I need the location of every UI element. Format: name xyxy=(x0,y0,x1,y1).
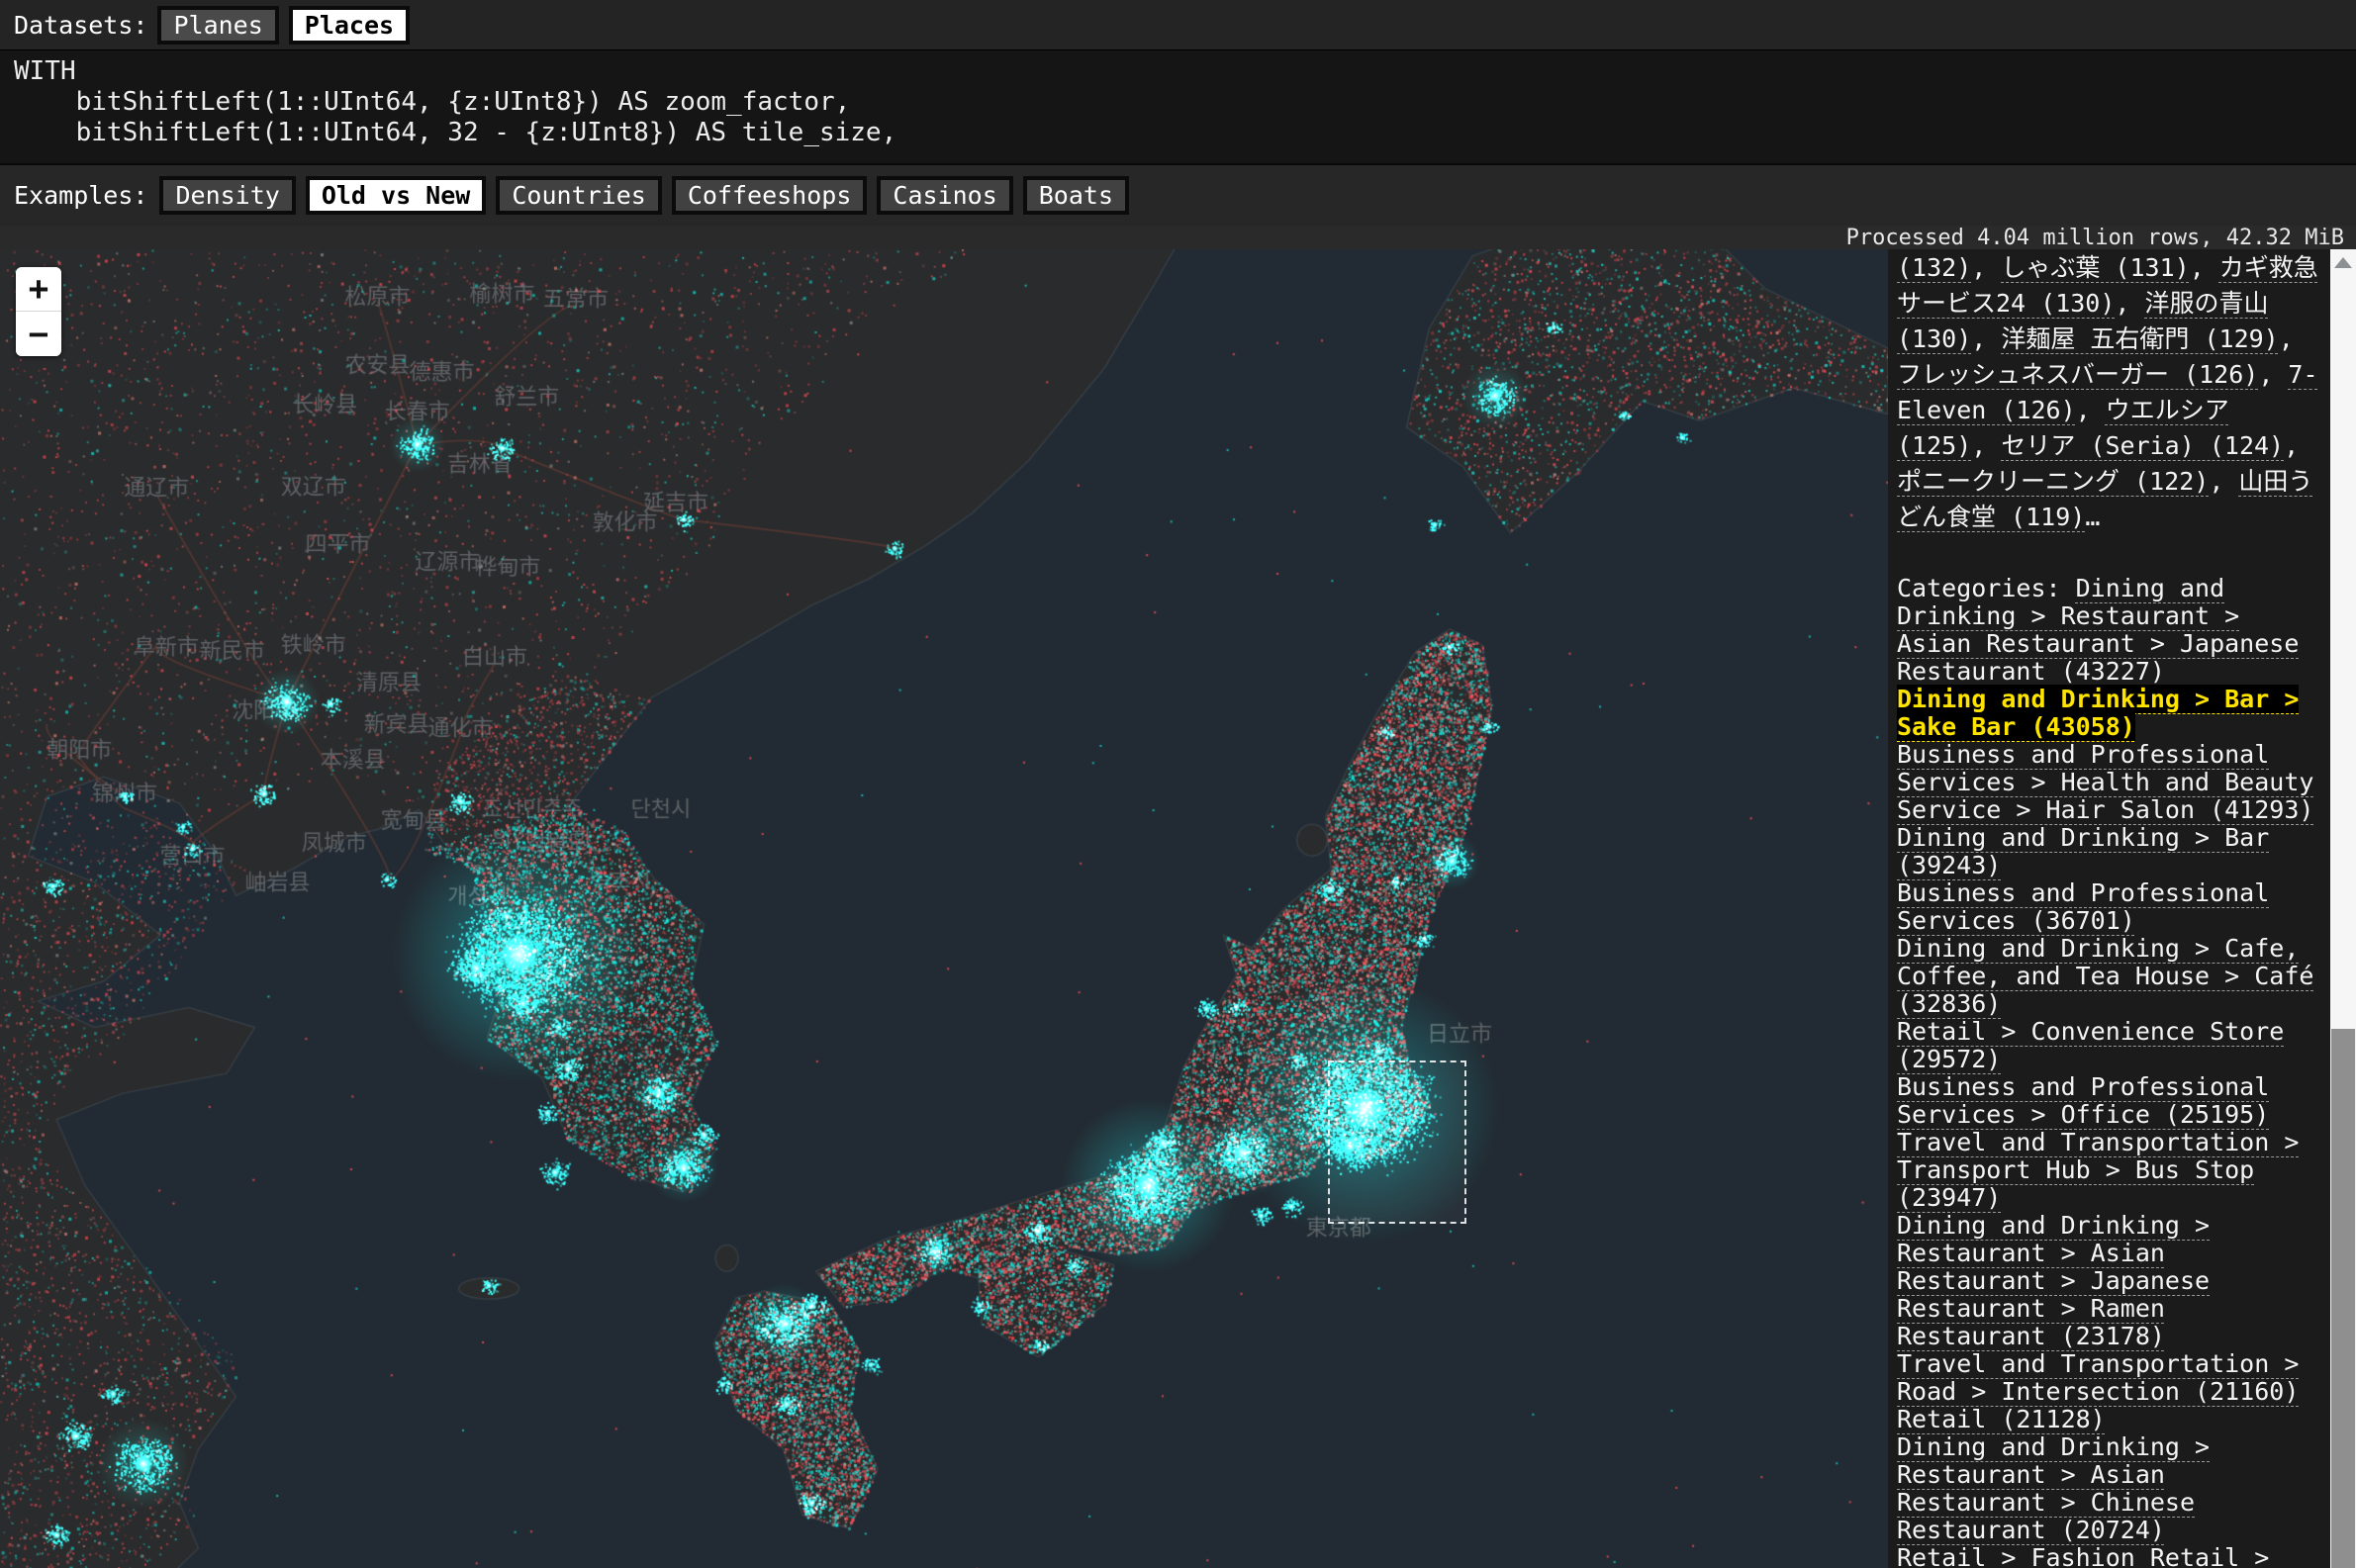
processed-rows-status: Processed 4.04 million rows, 42.32 MiB xyxy=(1846,226,2344,250)
sql-query-editor[interactable]: WITH bitShiftLeft(1::UInt64, {z:UInt8}) … xyxy=(0,49,2356,163)
brand-link[interactable]: フレッシュネスバーガー (126) xyxy=(1897,360,2258,389)
datasets-bar: Datasets: Planes Places xyxy=(0,0,2356,49)
category-link[interactable]: Business and Professional Services > Off… xyxy=(1897,1072,2269,1129)
scrollbar-up-arrow[interactable] xyxy=(2334,257,2352,268)
dataset-button-places[interactable]: Places xyxy=(289,6,410,45)
category-link[interactable]: Dining and Drinking > Cafe, Coffee, and … xyxy=(1897,934,2313,1018)
examples-label: Examples: xyxy=(14,181,147,210)
content-area: + − (132), しゃぶ葉 (131), カギ救急サービス24 (130),… xyxy=(0,249,2356,1568)
example-button-boats[interactable]: Boats xyxy=(1023,176,1129,215)
category-link[interactable]: Dining and Drinking > Restaurant > Asian… xyxy=(1897,1432,2210,1544)
example-button-casinos[interactable]: Casinos xyxy=(877,176,1012,215)
example-button-density[interactable]: Density xyxy=(159,176,295,215)
sidebar-scrollbar[interactable] xyxy=(2330,249,2356,1568)
brands-list: (132), しゃぶ葉 (131), カギ救急サービス24 (130), 洋服の… xyxy=(1897,250,2321,535)
map-zoom-control: + − xyxy=(16,267,61,356)
categories-label: Categories: xyxy=(1897,574,2076,602)
category-link[interactable]: Travel and Transportation > Transport Hu… xyxy=(1897,1128,2299,1212)
category-link-selected[interactable]: Dining and Drinking > Bar > Sake Bar (43… xyxy=(1897,685,2299,741)
datasets-label: Datasets: xyxy=(14,11,147,40)
category-link[interactable]: Retail (21128) xyxy=(1897,1405,2106,1433)
zoom-out-button[interactable]: − xyxy=(16,312,61,356)
datasets-button-group: Planes Places xyxy=(157,6,420,45)
examples-bar: Examples: Density Old vs NewCountries Coff… xyxy=(0,163,2356,226)
map-selection-rectangle xyxy=(1328,1061,1466,1224)
category-link[interactable]: Dining and Drinking > Bar (39243) xyxy=(1897,823,2269,879)
zoom-in-button[interactable]: + xyxy=(16,267,61,312)
map-canvas[interactable] xyxy=(0,249,1888,1568)
category-link[interactable]: Retail > Convenience Store (29572) xyxy=(1897,1017,2284,1073)
query-status-bar: Processed 4.04 million rows, 42.32 MiB xyxy=(0,226,2356,249)
category-link[interactable]: Dining and Drinking > Restaurant > Asian… xyxy=(1897,1211,2210,1350)
brand-link[interactable]: しゃぶ葉 (131) xyxy=(2001,253,2189,282)
map-viewport[interactable]: + − xyxy=(0,249,1888,1568)
category-link[interactable]: Business and Professional Services (3670… xyxy=(1897,878,2269,935)
brand-link[interactable]: (132) xyxy=(1897,253,1971,282)
brand-link[interactable]: セリア (Seria) (124) xyxy=(2001,431,2284,460)
brand-link[interactable]: 洋麺屋 五右衛門 (129) xyxy=(2001,324,2278,353)
examples-button-group: Density Old vs NewCountries CoffeeshopsCas… xyxy=(159,176,1139,215)
results-sidebar: (132), しゃぶ葉 (131), カギ救急サービス24 (130), 洋服の… xyxy=(1888,249,2330,1568)
category-link[interactable]: Business and Professional Services > Hea… xyxy=(1897,740,2313,824)
example-button-countries[interactable]: Countries xyxy=(496,176,661,215)
example-button-coffeeshops[interactable]: Coffeeshops xyxy=(672,176,868,215)
categories-list: Categories: Dining and Drinking > Restau… xyxy=(1897,575,2321,1568)
scrollbar-thumb[interactable] xyxy=(2331,1029,2355,1568)
brand-link[interactable]: ポニークリーニング (122) xyxy=(1897,467,2209,496)
category-link[interactable]: Retail > Fashion Retail > Clothing Store… xyxy=(1897,1543,2269,1568)
category-link[interactable]: Travel and Transportation > Road > Inter… xyxy=(1897,1349,2299,1406)
example-button-old-vs-new[interactable]: Old vs New xyxy=(306,176,487,215)
sql-query-text[interactable]: WITH bitShiftLeft(1::UInt64, {z:UInt8}) … xyxy=(14,56,2356,148)
dataset-button-planes[interactable]: Planes xyxy=(157,6,278,45)
